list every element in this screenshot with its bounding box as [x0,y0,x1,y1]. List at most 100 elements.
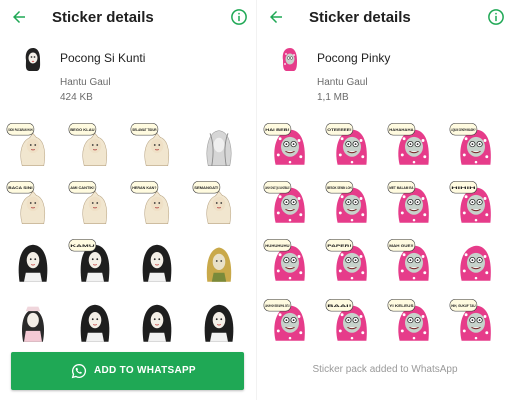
sticker-item[interactable]: KAMU [68,236,122,286]
speech-bubble-text: MAH GUE!! [389,244,413,248]
sticker-illustration [18,244,48,282]
sticker-item[interactable] [130,296,184,346]
speech-bubble: SIOK PACARAN HUH [6,123,35,136]
whatsapp-icon [71,363,87,379]
pack-name: Pocong Pinky [317,51,391,65]
info-icon[interactable] [487,8,505,26]
sticker-illustration: PAPER! [325,239,367,281]
sticker-item[interactable] [6,236,60,286]
add-to-whatsapp-button[interactable]: ADD TO WHATSAPP [11,352,244,390]
info-icon[interactable] [230,8,248,26]
sticker-item[interactable]: BESOK SENIN LOH [325,178,379,228]
sticker-illustration: HIHIH [449,181,491,223]
sticker-illustration [142,304,172,342]
sticker-details-screen-right: Sticker details Pocong Pinky Hantu Gaul … [256,0,512,400]
tray-sticker-icon [25,48,41,71]
speech-bubble-text: AQUIN CEKEH MASIH? [451,128,476,132]
sticker-item[interactable]: HAHAHAHA [387,120,441,170]
sticker-item[interactable]: SEMANGAT! [192,178,246,228]
sticker-item[interactable] [6,296,60,346]
sticker-item[interactable]: HAI BEB! [263,120,317,170]
pack-publisher: Hantu Gaul [317,77,368,88]
sticker-illustration: HAHAHAHA [387,123,429,165]
speech-bubble-text: BAAI! [327,304,351,308]
speech-bubble-text: HIH, GUKUF TAU [451,304,476,308]
speech-bubble-text: AMI CANTIK! [70,186,94,190]
sticker-item[interactable]: SELAMAT TIDUR [130,120,184,170]
sticker-item[interactable]: HERAN KAN? [130,178,184,228]
sticker-illustration [80,304,110,342]
speech-bubble-text: AHUH CHAT QU GA KEBALE [265,186,290,190]
sticker-illustration: AHUH CHAT QU GA KEBALE [263,181,305,223]
speech-bubble-text: AHUH KIH SEKAPHIL GITU [265,304,289,308]
sticker-details-screen-left: Sticker details Pocong Si Kunti Hantu Ga… [0,0,256,400]
sticker-illustration [206,130,232,166]
speech-bubble-text: HAI BEB! [265,128,289,132]
sticker-illustration [204,304,234,342]
speech-bubble-text: BESOK SENIN LOH [327,186,351,190]
speech-bubble-text: MET MALAM EA [389,186,414,190]
pack-added-status: Sticker pack added to WhatsApp [312,364,458,375]
speech-bubble: HERAN KAN? [130,181,159,194]
speech-bubble-text: BEGO KLAU [70,128,95,132]
pack-name: Pocong Si Kunti [60,51,146,65]
sticker-item[interactable]: BAAI! [325,296,379,346]
sticker-item[interactable] [130,236,184,286]
add-to-whatsapp-label: ADD TO WHATSAPP [94,365,196,376]
sticker-illustration: AQUIN CEKEH MASIH? [449,123,491,165]
sticker-item[interactable] [192,120,246,170]
sticker-item[interactable] [449,236,503,286]
speech-bubble-text: SIOK PACARAN HUH [8,128,32,132]
sticker-item[interactable]: BEGO KLAU [68,120,122,170]
sticker-illustration: BESOK SENIN LOH [325,181,367,223]
speech-bubble-text: BACA SINI [8,186,32,190]
sticker-illustration: OTEEEEE! [325,123,367,165]
sticker-item[interactable]: AMI CANTIK! [68,178,122,228]
speech-bubble: BEGO KLAU [68,123,97,136]
speech-bubble: SELAMAT TIDUR [130,123,159,136]
sticker-item[interactable]: AQUIN CEKEH MASIH? [449,120,503,170]
speech-bubble-text: KAMU [70,244,95,248]
speech-bubble-text: HUHUHUHU [265,244,290,248]
sticker-item[interactable]: BACA SINI [6,178,60,228]
sticker-item[interactable] [192,296,246,346]
sticker-illustration: HERAN KAN? [130,181,170,224]
sticker-item[interactable]: MET MALAM EA [387,178,441,228]
pack-size: 424 KB [60,92,93,103]
sticker-grid: HAI BEB! OTEEEEE! HAHAHAHA AQUIN CEKEH MASI… [261,120,509,346]
tray-sticker-icon [279,46,301,72]
sticker-illustration: MET MALAM EA [387,181,429,223]
sticker-item[interactable]: MAH GUE!! [387,236,441,286]
sticker-illustration: AHUH KIH SEKAPHIL GITU [263,299,305,341]
sticker-illustration: BEGO KLAU [68,123,108,166]
sticker-illustration: HIH, GUKUF TAU [449,299,491,341]
sticker-illustration: KAMU [68,239,110,282]
speech-bubble: OTEEEEE! [325,123,354,136]
speech-bubble: AHUH KIH SEKAPHIL GITU [263,299,292,312]
speech-bubble: HIHIH [449,181,478,194]
speech-bubble-text: SELAMAT TIDUR [132,128,157,132]
sticker-illustration [21,306,45,342]
sticker-item[interactable] [68,296,122,346]
arrow-back-icon[interactable] [267,8,285,26]
speech-bubble: SEMANGAT! [192,181,221,194]
sticker-item[interactable]: AHUH KIH SEKAPHIL GITU [263,296,317,346]
sticker-item[interactable] [192,236,246,286]
app-bar: Sticker details [257,0,512,36]
arrow-back-icon[interactable] [10,8,28,26]
sticker-illustration: SIOK PACARAN HUH [6,123,46,166]
sticker-item[interactable]: SIOK PACARAN HUH [6,120,60,170]
sticker-item[interactable]: HIH, GUKUF TAU [449,296,503,346]
speech-bubble: AMI CANTIK! [68,181,97,194]
sticker-illustration [142,244,172,282]
speech-bubble: BESOK SENIN LOH [325,181,354,194]
sticker-item[interactable]: OTEEEEE! [325,120,379,170]
speech-bubble: BACA SINI [6,181,35,194]
sticker-item[interactable]: YI KELEUS [387,296,441,346]
sticker-item[interactable]: PAPER! [325,236,379,286]
speech-bubble: PAPER! [325,239,354,252]
sticker-item[interactable]: HUHUHUHU [263,236,317,286]
sticker-item[interactable]: HIHIH [449,178,503,228]
sticker-item[interactable]: AHUH CHAT QU GA KEBALE [263,178,317,228]
sticker-illustration: YI KELEUS [387,299,429,341]
